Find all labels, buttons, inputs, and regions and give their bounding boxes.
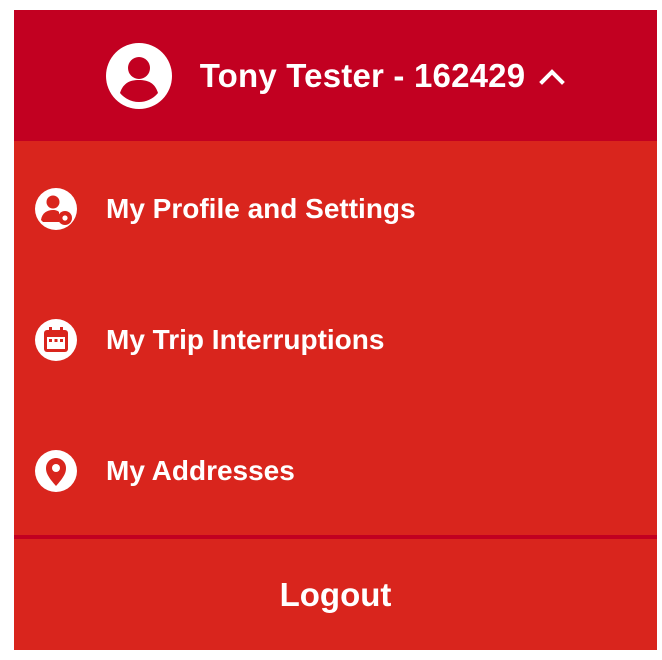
menu-item-addresses[interactable]: My Addresses	[14, 406, 657, 536]
user-circle-icon	[105, 42, 172, 109]
map-pin-icon	[35, 450, 77, 492]
account-menu-toggle[interactable]: Tony Tester - 162429	[14, 10, 657, 141]
user-name-label: Tony Tester - 162429	[199, 56, 526, 94]
menu-item-label: My Addresses	[106, 455, 295, 486]
chevron-up-icon	[539, 68, 566, 85]
menu-item-label: My Trip Interruptions	[106, 324, 385, 355]
user-settings-icon	[35, 188, 77, 230]
account-dropdown-menu: Tony Tester - 162429 My Profile and Sett…	[14, 10, 657, 650]
logout-button[interactable]: Logout	[14, 539, 657, 650]
menu-item-trip-interruptions[interactable]: My Trip Interruptions	[14, 275, 657, 405]
menu-item-label: My Profile and Settings	[106, 193, 416, 224]
calendar-icon	[35, 319, 77, 361]
menu-item-profile-settings[interactable]: My Profile and Settings	[14, 144, 657, 274]
